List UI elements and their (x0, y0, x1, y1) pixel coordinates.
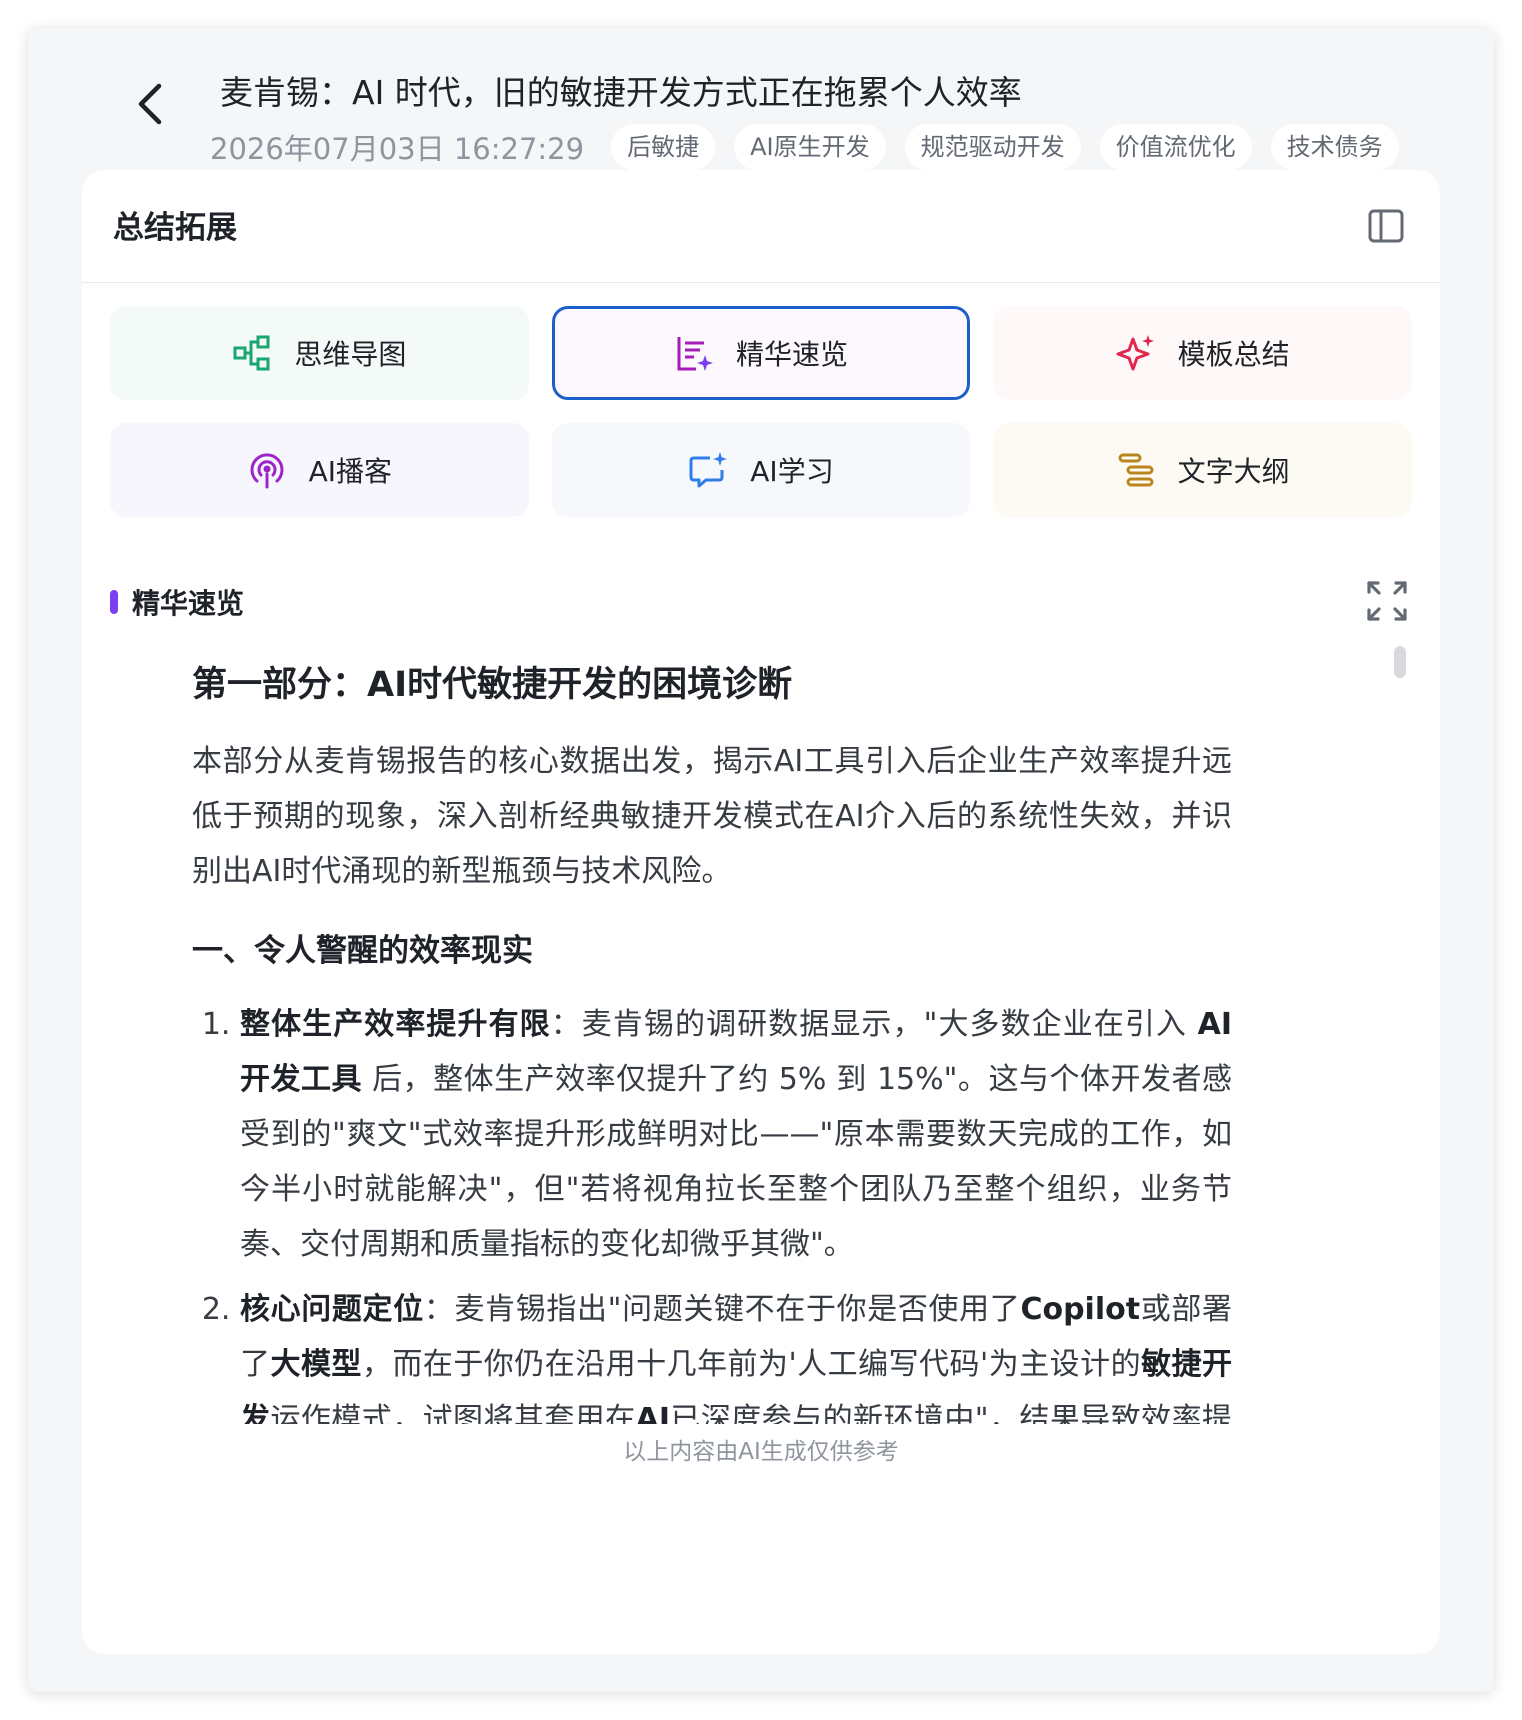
expand-icon (1367, 581, 1407, 621)
section-accent-bar (110, 590, 118, 614)
list-item: 核心问题定位：麦肯锡指出"问题关键不在于你是否使用了Copilot或部署了大模型… (240, 1282, 1232, 1424)
content-heading: 第一部分：AI时代敏捷开发的困境诊断 (192, 665, 793, 705)
app-window: 麦肯锡：AI 时代，旧的敏捷开发方式正在拖累个人效率 2026年07月03日 1… (28, 28, 1494, 1692)
expand-button[interactable] (1364, 578, 1410, 624)
feature-ai-learning[interactable]: AI学习 (551, 423, 971, 517)
podcast-icon (247, 450, 287, 490)
feature-mind-map[interactable]: 思维导图 (110, 306, 529, 400)
feature-label: AI学习 (750, 455, 834, 488)
tag-chip[interactable]: 价值流优化 (1099, 124, 1252, 170)
timestamp: 2026年07月03日 16:27:29 (210, 132, 585, 166)
tag-chip[interactable]: 技术债务 (1270, 124, 1399, 170)
content-list: 整体生产效率提升有限：麦肯锡的调研数据显示，"大多数企业在引入 AI 开发工具 … (192, 997, 1232, 1424)
summary-content: 第一部分：AI时代敏捷开发的困境诊断 本部分从麦肯锡报告的核心数据出发，揭示AI… (192, 654, 1232, 1424)
panel-title: 总结拓展 (113, 210, 237, 246)
content-intro: 本部分从麦肯锡报告的核心数据出发，揭示AI工具引入后企业生产效率提升远低于预期的… (192, 744, 1232, 889)
panel-toggle-button[interactable] (1366, 206, 1406, 246)
feature-label: 模板总结 (1177, 338, 1290, 371)
meta-row: 2026年07月03日 16:27:29 后敏捷 AI原生开发 规范驱动开发 价… (210, 124, 1399, 170)
tag-chip[interactable]: AI原生开发 (734, 124, 886, 170)
page-title: 麦肯锡：AI 时代，旧的敏捷开发方式正在拖累个人效率 (220, 73, 1022, 112)
sparkle-icon (1116, 333, 1156, 373)
chevron-left-icon (138, 83, 162, 125)
feature-template-summary[interactable]: 模板总结 (993, 306, 1412, 400)
section-title: 精华速览 (132, 587, 245, 620)
tag-chip[interactable]: 规范驱动开发 (904, 124, 1081, 170)
sidebar-panel-icon (1368, 209, 1404, 243)
mind-map-icon (232, 333, 272, 373)
ai-disclaimer: 以上内容由AI生成仅供参考 (623, 1439, 899, 1465)
summary-panel: 总结拓展 思维导图 精华速览 模板总结 AI播客 AI学习 文字大纲 精华速览 … (82, 170, 1440, 1654)
outline-icon (1116, 450, 1156, 490)
back-button[interactable] (120, 68, 180, 140)
feature-text-outline[interactable]: 文字大纲 (993, 423, 1412, 517)
scrollbar-thumb[interactable] (1394, 646, 1406, 678)
feature-label: 精华速览 (735, 338, 848, 371)
feature-grid: 思维导图 精华速览 模板总结 AI播客 AI学习 文字大纲 (110, 306, 1412, 517)
chat-sparkle-icon (688, 450, 728, 490)
highlights-list-icon (674, 333, 714, 373)
content-subheading: 一、令人警醒的效率现实 (192, 933, 533, 969)
feature-label: 思维导图 (294, 338, 407, 371)
feature-ai-podcast[interactable]: AI播客 (110, 423, 529, 517)
panel-header: 总结拓展 (82, 170, 1440, 283)
feature-label: AI播客 (308, 455, 393, 488)
list-item: 整体生产效率提升有限：麦肯锡的调研数据显示，"大多数企业在引入 AI 开发工具 … (240, 997, 1232, 1272)
feature-label: 文字大纲 (1177, 455, 1290, 488)
tag-chip[interactable]: 后敏捷 (611, 124, 716, 170)
feature-highlights[interactable]: 精华速览 (551, 306, 971, 400)
section-header: 精华速览 (110, 582, 244, 622)
